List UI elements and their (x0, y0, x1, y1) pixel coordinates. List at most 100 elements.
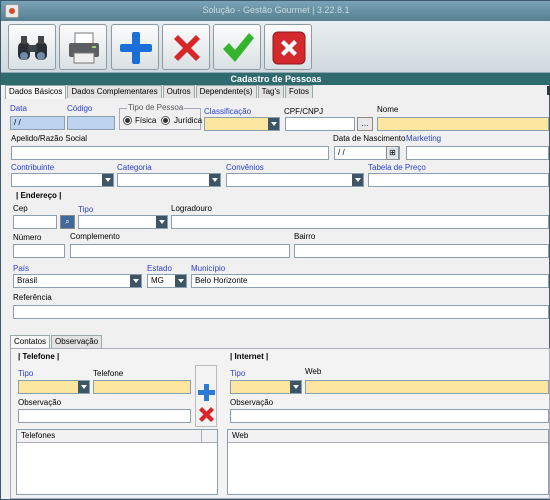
logradouro-label: Logradouro (171, 204, 212, 213)
tipo-logradouro-select[interactable] (78, 215, 168, 229)
chevron-down-icon[interactable] (352, 174, 363, 186)
plus-icon (120, 32, 152, 64)
numero-field[interactable] (13, 244, 65, 258)
calendar-icon[interactable]: ⊞ (386, 146, 399, 160)
cpf-field[interactable] (285, 117, 355, 131)
telefones-grid-header: Telefones (17, 430, 217, 443)
data-field[interactable]: / / (10, 116, 65, 130)
confirm-button[interactable] (213, 24, 261, 70)
municipio-field[interactable]: Belo Horizonte (191, 274, 549, 288)
chevron-down-icon[interactable] (102, 174, 113, 186)
web-field[interactable] (305, 380, 549, 394)
delete-button[interactable] (162, 24, 210, 70)
close-icon (272, 31, 306, 65)
convenios-select[interactable] (226, 173, 364, 187)
telefone-field[interactable] (93, 380, 191, 394)
marketing-label: Marketing (406, 134, 442, 143)
form-title: Cadastro de Pessoas (1, 73, 550, 85)
telefone-actions (195, 365, 217, 427)
convenios-label: Convênios (226, 163, 264, 172)
apelido-field[interactable] (11, 146, 329, 160)
chevron-down-icon[interactable] (290, 381, 301, 393)
print-button[interactable] (59, 24, 107, 70)
tabela-preco-select[interactable] (368, 173, 549, 187)
telefone-obs-label: Observação (18, 398, 62, 407)
chevron-down-icon[interactable] (156, 216, 167, 228)
delete-telefone-icon[interactable] (198, 406, 215, 423)
chevron-down-icon[interactable] (78, 381, 89, 393)
juridica-radio[interactable] (161, 116, 170, 125)
tab-dependentes[interactable]: Dependente(s) (195, 85, 257, 98)
telefone-obs-field[interactable] (18, 409, 191, 423)
telefone-tipo-select[interactable] (18, 380, 90, 394)
nome-label: Nome (377, 105, 399, 114)
categoria-label: Categoria (117, 163, 152, 172)
printer-icon (69, 32, 99, 64)
add-button[interactable] (111, 24, 159, 70)
contribuinte-label: Contribuinte (11, 163, 55, 172)
codigo-field[interactable] (67, 116, 115, 130)
classificacao-select[interactable] (204, 117, 280, 131)
estado-label: Estado (147, 264, 172, 273)
bairro-field[interactable] (294, 244, 549, 258)
internet-obs-label: Observação (230, 398, 274, 407)
web-grid-header: Web (228, 430, 548, 443)
marketing-field[interactable] (406, 146, 549, 160)
web-label: Web (305, 367, 322, 376)
internet-tipo-select[interactable] (230, 380, 302, 394)
x-icon (174, 35, 200, 61)
cep-field[interactable] (13, 215, 57, 229)
complemento-label: Complemento (70, 232, 120, 241)
tab-contatos[interactable]: Contatos (10, 335, 51, 349)
tab-tags[interactable]: Tag's (257, 85, 284, 98)
telefone-section-label: | Telefone | (18, 352, 60, 361)
apelido-label: Apelido/Razão Social (11, 134, 88, 143)
categoria-select[interactable] (117, 173, 221, 187)
binoculars-icon (18, 36, 47, 60)
telefones-grid[interactable]: Telefones (16, 429, 218, 495)
internet-section-label: | Internet | (230, 352, 269, 361)
tab-dados-complementares[interactable]: Dados Complementares (67, 85, 162, 98)
title-bar: Solução - Gestão Gourmet | 3.22.8.1 (1, 1, 550, 21)
tab-fotos[interactable]: Fotos (285, 85, 314, 98)
complemento-field[interactable] (70, 244, 290, 258)
nome-field[interactable] (377, 117, 549, 131)
internet-obs-field[interactable] (230, 409, 549, 423)
web-grid[interactable]: Web (227, 429, 549, 495)
close-button[interactable] (264, 24, 312, 70)
tipo-pessoa-label: Tipo de Pessoa (127, 103, 185, 112)
tab-observacao[interactable]: Observação (51, 335, 103, 348)
municipio-label: Município (191, 264, 226, 273)
logradouro-field[interactable] (171, 215, 549, 229)
fisica-radio[interactable] (123, 116, 132, 125)
contribuinte-select[interactable] (11, 173, 114, 187)
cpf-lookup-button[interactable]: ... (357, 117, 373, 131)
grid-divider (201, 430, 202, 443)
tab-dados-basicos[interactable]: Dados Básicos (5, 85, 67, 99)
cep-label: Cep (13, 204, 28, 213)
chevron-down-icon[interactable] (209, 174, 220, 186)
referencia-field[interactable] (13, 305, 549, 319)
tab-outros[interactable]: Outros (162, 85, 195, 98)
bairro-label: Bairro (294, 232, 316, 241)
add-telefone-icon[interactable] (198, 384, 215, 401)
data-label: Data (10, 104, 27, 113)
chevron-down-icon[interactable] (130, 275, 141, 287)
chevron-down-icon[interactable] (268, 118, 279, 130)
tipo-logradouro-label: Tipo (78, 205, 94, 214)
search-button[interactable] (8, 24, 56, 70)
referencia-label: Referência (13, 293, 52, 302)
classificacao-label: Classificação (204, 107, 252, 116)
toolbar (1, 21, 550, 73)
check-icon (223, 33, 254, 62)
nascimento-label: Data de Nascimento (333, 134, 406, 143)
window-title: Solução - Gestão Gourmet | 3.22.8.1 (202, 5, 350, 15)
internet-tipo-label: Tipo (230, 369, 246, 378)
juridica-label: Jurídica (174, 116, 203, 125)
pais-select[interactable]: Brasil (13, 274, 142, 288)
numero-label: Número (13, 233, 42, 242)
fisica-label: Física (135, 116, 157, 125)
chevron-down-icon[interactable] (175, 275, 186, 287)
main-window: Solução - Gestão Gourmet | 3.22.8.1 Cada… (0, 0, 550, 500)
cep-search-icon[interactable]: ⌕ (60, 215, 75, 229)
